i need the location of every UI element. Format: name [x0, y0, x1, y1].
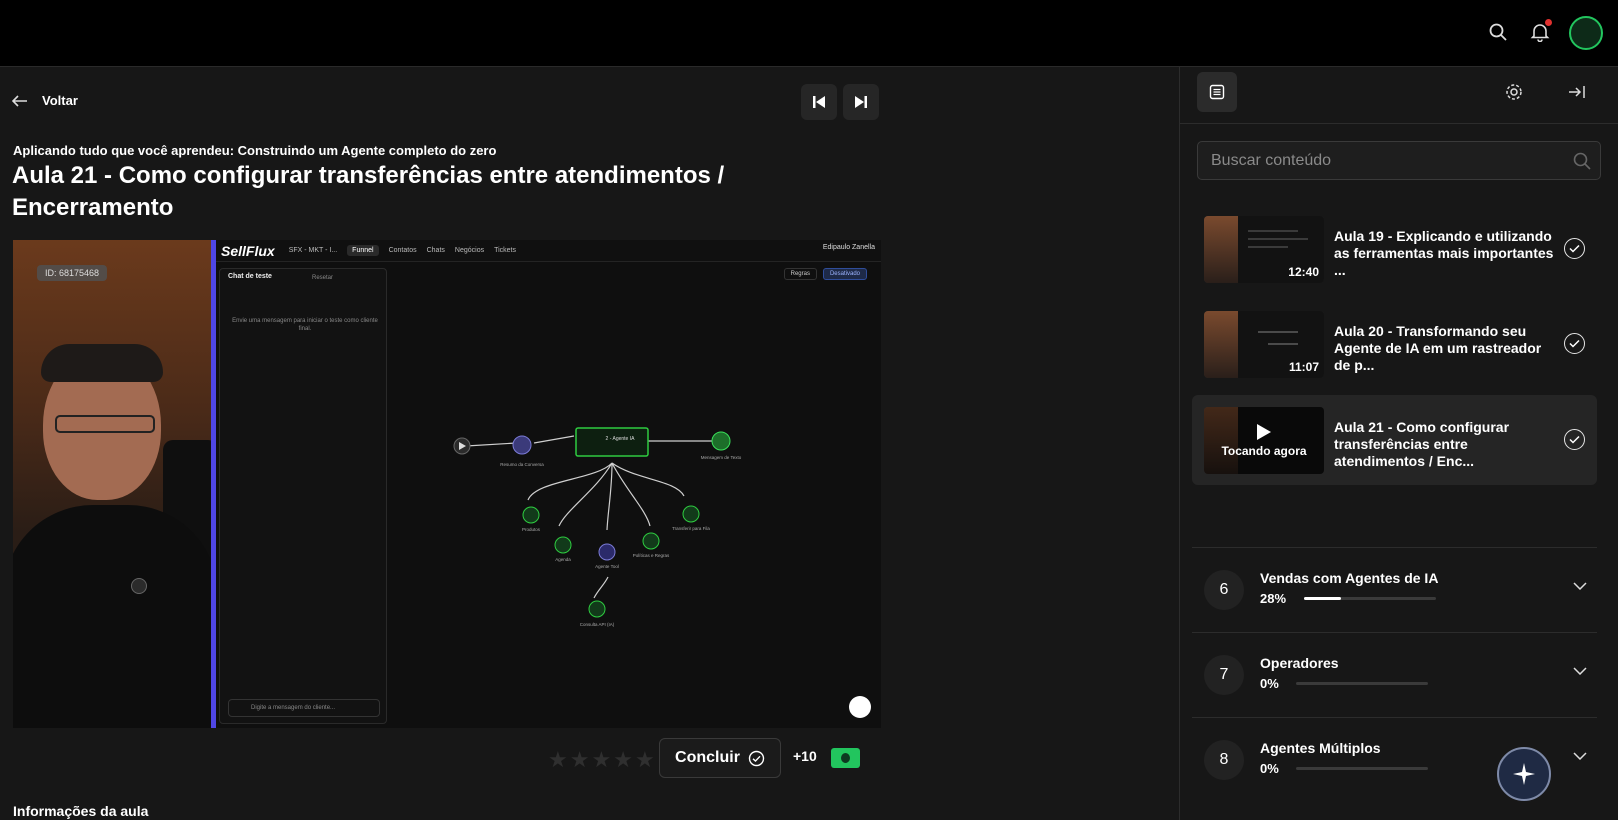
- top-bar: [0, 0, 1618, 67]
- notification-dot: [1545, 19, 1552, 26]
- lesson-thumbnail: 12:40: [1204, 216, 1324, 283]
- module-number: 7: [1204, 655, 1244, 695]
- module-subtitle: Aplicando tudo que você aprendeu: Constr…: [13, 143, 497, 158]
- video-id-badge: ID: 68175468: [37, 265, 108, 281]
- complete-button[interactable]: Concluir: [659, 738, 781, 778]
- collapse-sidebar-button[interactable]: [1557, 72, 1597, 112]
- star-icon[interactable]: ★: [548, 749, 568, 771]
- flow-node-label: Políticas e Regras: [633, 553, 670, 558]
- module-progress-bar: [1296, 767, 1428, 770]
- course-sidebar: Buscar conteúdo 12:40 Aula 19 - Explican…: [1179, 67, 1618, 820]
- module-title: Vendas com Agentes de IA: [1260, 570, 1439, 586]
- flow-diagram: Resumo da Conversa 2 - Agente IA Mensage…: [453, 427, 742, 627]
- next-lesson-button[interactable]: [843, 84, 879, 120]
- lesson-title: Aula 19 - Explicando e utilizando as fer…: [1334, 228, 1554, 278]
- completed-check-icon: [1564, 333, 1585, 354]
- module-progress-label: 0%: [1260, 761, 1279, 776]
- sidebar-header: [1180, 67, 1618, 124]
- person-hair: [41, 344, 163, 382]
- check-circle-icon: [748, 750, 765, 766]
- points-label: +10: [793, 748, 817, 764]
- star-icon[interactable]: ★: [570, 749, 590, 771]
- previous-lesson-button[interactable]: [801, 84, 837, 120]
- star-icon[interactable]: ★: [635, 749, 655, 771]
- chevron-down-icon[interactable]: [1573, 752, 1587, 760]
- flow-node-label: Consulta API (IA): [580, 622, 615, 627]
- star-icon[interactable]: ★: [591, 749, 611, 771]
- arrow-right-to-line-icon: [1569, 86, 1585, 98]
- lesson-item[interactable]: 12:40 Aula 19 - Explicando e utilizando …: [1192, 204, 1597, 294]
- lesson-thumbnail: 11:07: [1204, 311, 1324, 378]
- skip-forward-icon: [855, 96, 867, 108]
- video-player[interactable]: ID: 68175468 SellFlux SFX - MKT - I... F…: [13, 240, 881, 728]
- lesson-item-current[interactable]: Tocando agora Aula 21 - Como configurar …: [1192, 395, 1597, 485]
- module-number: 8: [1204, 740, 1244, 780]
- play-icon: [1257, 424, 1271, 440]
- back-label: Voltar: [42, 93, 78, 108]
- lesson-duration: 12:40: [1288, 265, 1319, 279]
- lesson-item[interactable]: 11:07 Aula 20 - Transformando seu Agente…: [1192, 299, 1597, 389]
- search-placeholder: Buscar conteúdo: [1211, 151, 1332, 169]
- lesson-info-heading: Informações da aula: [13, 803, 149, 819]
- lesson-title: Aula 20 - Transformando seu Agente de IA…: [1334, 323, 1542, 373]
- search-button[interactable]: [1483, 17, 1513, 47]
- search-input[interactable]: Buscar conteúdo: [1197, 141, 1601, 180]
- module-item[interactable]: 7 Operadores 0%: [1192, 632, 1597, 716]
- module-progress-label: 0%: [1260, 676, 1279, 691]
- list-icon: [1209, 84, 1225, 100]
- help-icon: [849, 696, 871, 718]
- assistant-button[interactable]: [1497, 747, 1551, 801]
- skip-back-icon: [813, 96, 825, 108]
- chevron-down-icon[interactable]: [1573, 582, 1587, 590]
- search-icon: [1573, 152, 1591, 170]
- gear-icon: [1506, 84, 1522, 100]
- flow-node-label: Agenda: [555, 557, 571, 562]
- lesson-title: Aula 21 - Como configurar transferências…: [1334, 419, 1510, 469]
- webcam-feed: ID: 68175468: [13, 240, 218, 728]
- lesson-duration: 11:07: [1288, 360, 1319, 374]
- flow-node-label: Transferir para Fila: [672, 526, 710, 531]
- search-icon: [1489, 23, 1507, 41]
- rating-stars[interactable]: ★ ★ ★ ★ ★: [548, 749, 655, 771]
- ticket-icon: [831, 748, 860, 768]
- sparkle-icon: [1513, 763, 1535, 785]
- flow-node-label: 2 - Agente IA: [606, 436, 636, 442]
- glasses-shape: [55, 415, 155, 433]
- flow-node-label: Produtos: [522, 527, 541, 532]
- module-title: Operadores: [1260, 655, 1339, 671]
- module-number: 6: [1204, 570, 1244, 610]
- completed-check-icon: [1564, 238, 1585, 259]
- flow-node-label: Agente Tool: [595, 564, 619, 569]
- screen-share: SellFlux SFX - MKT - I... Funnel Contato…: [216, 240, 881, 728]
- module-progress-label: 28%: [1260, 591, 1287, 606]
- chevron-down-icon[interactable]: [1573, 667, 1587, 675]
- arrow-left-icon: [12, 94, 27, 107]
- module-item[interactable]: 6 Vendas com Agentes de IA 28%: [1192, 547, 1597, 631]
- avatar[interactable]: [1569, 16, 1603, 50]
- module-progress-bar: [1304, 597, 1436, 600]
- shirt-logo: [131, 578, 147, 594]
- flow-node-label: Mensagem de Texto: [701, 455, 742, 460]
- back-link[interactable]: Voltar: [12, 93, 78, 108]
- page-title: Aula 21 - Como configurar transferências…: [12, 162, 725, 221]
- settings-button[interactable]: [1494, 72, 1534, 112]
- lesson-thumbnail: Tocando agora: [1204, 407, 1324, 474]
- module-title: Agentes Múltiplos: [1260, 740, 1381, 756]
- notifications-button[interactable]: [1525, 17, 1555, 47]
- flow-node-label: Resumo da Conversa: [500, 462, 544, 467]
- person-body: [13, 505, 218, 728]
- complete-label: Concluir: [675, 749, 740, 766]
- module-progress-bar: [1296, 682, 1428, 685]
- star-icon[interactable]: ★: [613, 749, 633, 771]
- content-list-button[interactable]: [1197, 72, 1237, 112]
- now-playing-label: Tocando agora: [1221, 444, 1307, 458]
- completed-check-icon: [1564, 429, 1585, 450]
